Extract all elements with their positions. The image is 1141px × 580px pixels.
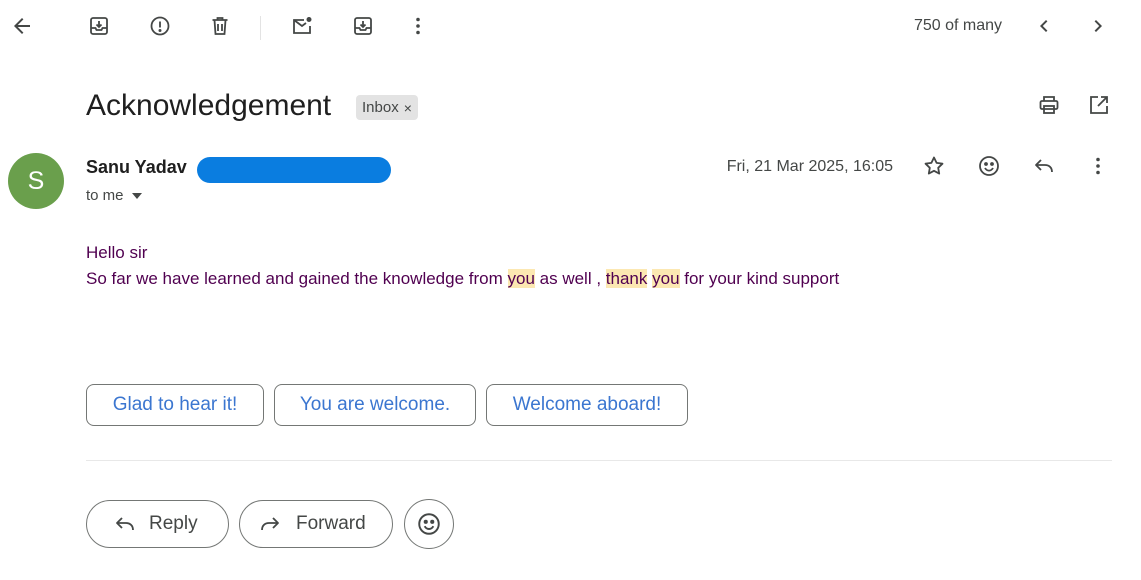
open-new-window-button[interactable]: [1079, 87, 1119, 127]
redacted-email-address: [197, 157, 391, 183]
recipient-details-toggle[interactable]: to me: [86, 187, 142, 204]
highlighted-word: thank: [605, 269, 648, 288]
remove-label-icon[interactable]: ×: [404, 100, 412, 116]
more-vert-icon: [406, 14, 430, 43]
reply-button[interactable]: [1024, 148, 1064, 188]
page-count: 750 of many: [913, 17, 1002, 34]
toolbar-divider: [260, 16, 261, 40]
caret-down-icon: [131, 192, 142, 199]
body-text-segment: So far we have learned and gained the kn…: [86, 269, 508, 288]
forward-label: Forward: [296, 513, 366, 534]
body-greeting: Hello sir: [86, 243, 148, 262]
avatar[interactable]: S: [8, 153, 64, 209]
report-spam-button[interactable]: [140, 8, 180, 48]
emoji-react-icon: [416, 511, 442, 537]
smart-reply-button[interactable]: Welcome aboard!: [486, 384, 688, 426]
forward-icon: [258, 512, 282, 536]
highlighted-word: you: [652, 269, 680, 288]
email-date: Fri, 21 Mar 2025, 16:05: [726, 158, 893, 175]
back-button[interactable]: [2, 8, 42, 48]
email-subject: Acknowledgement: [86, 89, 332, 122]
newer-button[interactable]: [1024, 8, 1064, 48]
open-in-new-window-icon: [1087, 93, 1111, 122]
archive-button[interactable]: [79, 8, 119, 48]
reply-icon: [1032, 154, 1056, 183]
add-reaction-button[interactable]: [969, 148, 1009, 188]
older-button[interactable]: [1078, 8, 1118, 48]
archive-icon: [87, 14, 111, 43]
star-button[interactable]: [914, 148, 954, 188]
highlighted-word: you: [507, 269, 535, 288]
inbox-label-chip[interactable]: Inbox ×: [356, 95, 418, 120]
delete-button[interactable]: [200, 8, 240, 48]
reply-pill-button[interactable]: Reply: [86, 500, 229, 548]
label-name: Inbox: [362, 99, 399, 116]
divider: [86, 460, 1112, 461]
smart-reply-button[interactable]: Glad to hear it!: [86, 384, 264, 426]
report-spam-icon: [148, 14, 172, 43]
sender-name: Sanu Yadav: [86, 157, 187, 177]
print-button[interactable]: [1029, 87, 1069, 127]
back-arrow-icon: [10, 14, 34, 43]
chevron-left-icon: [1032, 14, 1056, 43]
chevron-right-icon: [1086, 14, 1110, 43]
body-message: So far we have learned and gained the kn…: [86, 266, 839, 292]
move-to-icon: [351, 14, 375, 43]
emoji-react-icon: [977, 154, 1001, 183]
more-vert-icon: [1086, 154, 1110, 183]
more-options-button[interactable]: [398, 8, 438, 48]
reply-label: Reply: [149, 513, 198, 534]
star-icon: [922, 154, 946, 183]
recipient-label: to me: [86, 187, 124, 204]
body-text-segment: for your kind support: [679, 269, 840, 288]
emoji-react-button[interactable]: [404, 499, 454, 549]
smart-reply-button[interactable]: You are welcome.: [274, 384, 476, 426]
reply-icon: [113, 512, 137, 536]
forward-pill-button[interactable]: Forward: [239, 500, 393, 548]
email-body: Hello sir So far we have learned and gai…: [86, 240, 839, 292]
body-text-segment: as well ,: [534, 269, 606, 288]
print-icon: [1037, 93, 1061, 122]
mark-unread-icon: [290, 14, 314, 43]
move-to-button[interactable]: [343, 8, 383, 48]
mark-unread-button[interactable]: [282, 8, 322, 48]
delete-icon: [208, 14, 232, 43]
message-more-button[interactable]: [1078, 148, 1118, 188]
